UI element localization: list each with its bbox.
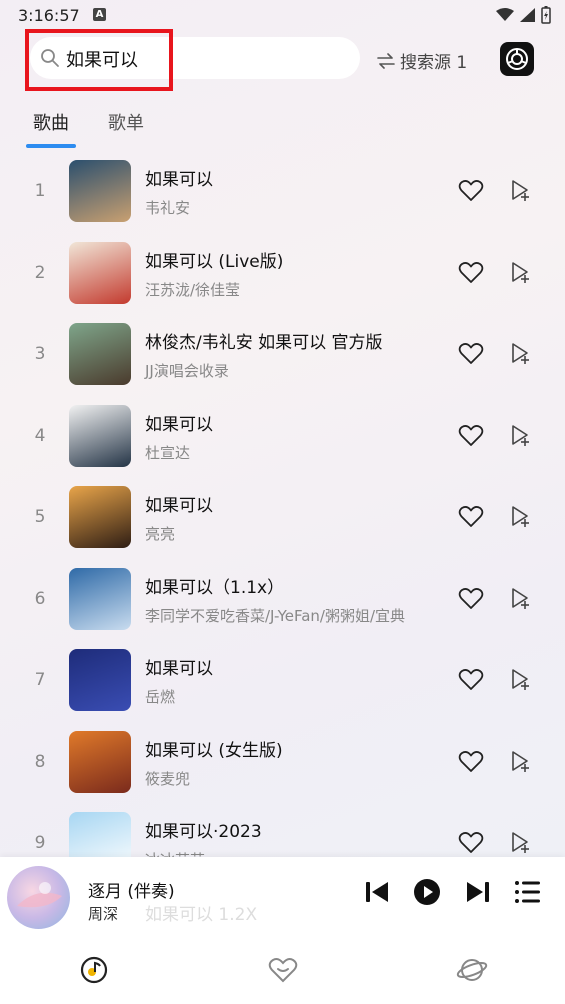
- tab-bar: 歌曲 歌单: [0, 105, 565, 150]
- song-title: 如果可以: [145, 170, 213, 190]
- heart-icon[interactable]: [458, 668, 484, 692]
- song-row[interactable]: 7 如果可以岳燃: [0, 639, 565, 721]
- song-cover-art[interactable]: [69, 404, 131, 467]
- song-row[interactable]: 1 如果可以韦礼安: [0, 150, 565, 232]
- song-title: 如果可以 (Live版): [145, 251, 284, 272]
- app-logo-button[interactable]: [500, 42, 534, 76]
- heart-icon[interactable]: [458, 831, 484, 855]
- song-index: 4: [34, 425, 46, 446]
- song-row[interactable]: 6 如果可以（1.1x） 李同学不爱吃香菜/J-YeFan/粥粥姐/宜典: [0, 558, 565, 640]
- song-artist: JJ演唱会收录: [145, 362, 229, 380]
- song-title: 如果可以: [145, 659, 213, 679]
- mini-player[interactable]: 如果可以 1.2X 逐月 (伴奏) 周深: [0, 857, 565, 942]
- song-title: 如果可以（1.1x）: [145, 577, 285, 598]
- notification-badge-icon: A: [93, 8, 106, 21]
- music-icon[interactable]: [80, 956, 108, 984]
- song-artist: 岳燃: [145, 688, 176, 706]
- wifi-icon: [496, 8, 514, 21]
- tab-playlists[interactable]: 歌单: [108, 109, 144, 135]
- add-to-queue-icon[interactable]: [510, 587, 532, 611]
- song-title: 如果可以·2023: [145, 822, 262, 842]
- heart-icon[interactable]: [458, 750, 484, 774]
- signal-icon: [520, 8, 535, 22]
- add-to-queue-icon[interactable]: [510, 831, 532, 855]
- favorite-icon[interactable]: [268, 956, 298, 984]
- player-ghost-text: 如果可以 1.2X: [145, 905, 258, 925]
- search-highlight-box: [25, 29, 173, 91]
- status-bar: 3:16:57 A: [0, 0, 565, 30]
- playlist-icon[interactable]: [514, 879, 542, 905]
- song-index: 9: [34, 833, 46, 853]
- song-cover-art[interactable]: [69, 567, 131, 630]
- add-to-queue-icon[interactable]: [510, 424, 532, 448]
- song-cover-art[interactable]: [69, 323, 131, 385]
- song-cover-art[interactable]: [69, 160, 131, 222]
- search-source-button[interactable]: 搜索源 1: [376, 48, 467, 73]
- heart-icon[interactable]: [458, 179, 484, 203]
- song-title: 如果可以 (女生版): [145, 740, 283, 761]
- skip-previous-icon[interactable]: [364, 877, 390, 907]
- add-to-queue-icon[interactable]: [510, 505, 532, 529]
- song-artist: 汪苏泷/徐佳莹: [145, 280, 241, 299]
- add-to-queue-icon[interactable]: [510, 179, 532, 203]
- player-cover-art[interactable]: [7, 866, 70, 929]
- skip-next-icon[interactable]: [465, 877, 491, 907]
- status-icons: [496, 6, 551, 24]
- song-index: 1: [34, 181, 46, 201]
- song-index: 8: [34, 751, 46, 772]
- song-index: 3: [34, 344, 46, 364]
- player-cover-image: [17, 882, 62, 908]
- add-to-queue-icon[interactable]: [510, 342, 532, 366]
- song-cover-art[interactable]: [69, 730, 131, 793]
- battery-icon: [541, 6, 551, 24]
- song-artist: 李同学不爱吃香菜/J-YeFan/粥粥姐/宜典: [145, 606, 406, 625]
- song-index: 5: [34, 507, 46, 527]
- heart-icon[interactable]: [458, 261, 484, 285]
- song-title: 林俊杰/韦礼安 如果可以 官方版: [145, 333, 383, 353]
- song-row[interactable]: 3 林俊杰/韦礼安 如果可以 官方版 JJ演唱会收录: [0, 313, 565, 395]
- status-time: 3:16:57: [18, 6, 80, 25]
- song-cover-art[interactable]: [69, 241, 131, 304]
- song-index: 2: [34, 262, 46, 283]
- song-row[interactable]: 4 如果可以杜宣达: [0, 395, 565, 477]
- song-title: 如果可以: [145, 414, 213, 435]
- song-cover-art[interactable]: [69, 486, 131, 548]
- swap-icon: [377, 52, 395, 69]
- player-artist: 周深: [88, 905, 119, 923]
- song-artist: 杜宣达: [145, 443, 191, 462]
- heart-icon[interactable]: [458, 505, 484, 529]
- tab-songs[interactable]: 歌曲: [33, 109, 69, 135]
- search-source-label: 搜索源 1: [400, 53, 468, 73]
- song-row[interactable]: 8 如果可以 (女生版) 筱麦兜: [0, 721, 565, 803]
- song-index: 6: [34, 588, 46, 609]
- song-artist: 筱麦兜: [145, 769, 191, 788]
- active-tab-indicator: [26, 144, 76, 148]
- add-to-queue-icon[interactable]: [510, 750, 532, 774]
- add-to-queue-icon[interactable]: [510, 261, 532, 285]
- app-logo-icon: [506, 48, 528, 70]
- bottom-navigation: [0, 942, 565, 1004]
- planet-icon[interactable]: [456, 956, 488, 984]
- player-title: 逐月 (伴奏): [88, 882, 175, 902]
- heart-icon[interactable]: [458, 587, 484, 611]
- heart-icon[interactable]: [458, 424, 484, 448]
- song-title: 如果可以: [145, 496, 213, 516]
- song-artist: 亮亮: [145, 525, 176, 543]
- play-icon[interactable]: [413, 878, 441, 906]
- song-artist: 韦礼安: [145, 199, 191, 217]
- song-row[interactable]: 5 如果可以亮亮: [0, 476, 565, 558]
- song-cover-art[interactable]: [69, 649, 131, 711]
- add-to-queue-icon[interactable]: [510, 668, 532, 692]
- song-row[interactable]: 2 如果可以 (Live版) 汪苏泷/徐佳莹: [0, 232, 565, 314]
- heart-icon[interactable]: [458, 342, 484, 366]
- song-index: 7: [34, 670, 46, 690]
